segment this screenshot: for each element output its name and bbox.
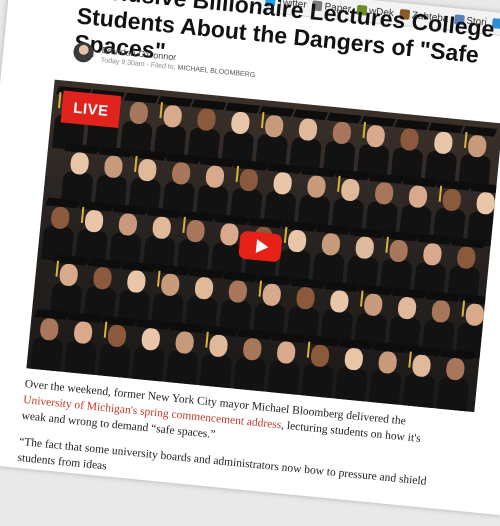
graduate <box>128 149 168 215</box>
graduate <box>60 143 100 208</box>
graduate <box>288 109 329 174</box>
graduate <box>458 125 498 191</box>
graduate <box>365 173 405 238</box>
graduate <box>151 264 191 330</box>
graduate <box>379 230 419 296</box>
graduate <box>331 169 371 235</box>
live-badge: LIVE <box>60 90 122 129</box>
graduate <box>165 322 205 387</box>
graduate <box>421 291 461 356</box>
graduate <box>162 153 202 218</box>
graduate <box>390 119 430 184</box>
graduate <box>277 220 318 286</box>
author-avatar[interactable] <box>72 41 95 64</box>
graduate <box>432 179 472 245</box>
graduate <box>297 166 337 231</box>
graduate <box>108 204 148 269</box>
graduate <box>74 200 115 266</box>
graduate <box>218 271 258 336</box>
graduate <box>455 294 495 359</box>
graduate <box>97 315 138 381</box>
graduate <box>286 277 326 343</box>
graduate <box>184 267 225 333</box>
graduate <box>436 348 476 413</box>
graduate <box>41 197 81 263</box>
graduate <box>49 254 89 320</box>
graduate <box>368 342 408 407</box>
graduate <box>320 281 360 346</box>
graduate <box>354 284 394 350</box>
graduate <box>199 325 239 391</box>
graduate <box>466 182 500 248</box>
graduate <box>195 156 236 221</box>
graduate <box>300 335 341 401</box>
graduate <box>30 309 70 374</box>
video-player[interactable]: LIVE <box>26 79 500 413</box>
graduate <box>334 338 374 404</box>
graduate <box>345 227 385 292</box>
play-icon <box>255 239 269 255</box>
graduate <box>402 345 442 411</box>
graduate <box>94 146 134 212</box>
graduate <box>267 332 307 397</box>
graduate <box>229 159 269 225</box>
graduate <box>447 237 487 302</box>
graduate <box>131 318 171 384</box>
graduate <box>176 210 216 276</box>
graduate <box>255 105 295 171</box>
graduate <box>233 328 273 394</box>
graduate <box>252 274 292 340</box>
graduate <box>153 96 193 161</box>
graduate <box>263 163 303 228</box>
graduate <box>398 176 439 241</box>
filed-label: Filed to: <box>150 61 176 71</box>
play-button[interactable] <box>238 230 283 263</box>
graduate <box>322 112 362 178</box>
graduate <box>64 312 104 377</box>
graduate <box>356 115 396 181</box>
browser-page: TwitterPaperwDekZahtebaStoriStorifyTwitt… <box>0 0 500 516</box>
graduate <box>83 257 123 323</box>
graduate <box>387 287 428 353</box>
graduate <box>221 102 261 168</box>
graduate <box>117 261 157 326</box>
graduate <box>142 207 182 273</box>
graduate <box>311 224 352 289</box>
graduate <box>187 99 227 164</box>
graduate <box>424 122 464 188</box>
graduate <box>413 234 453 299</box>
graduate <box>119 92 159 158</box>
